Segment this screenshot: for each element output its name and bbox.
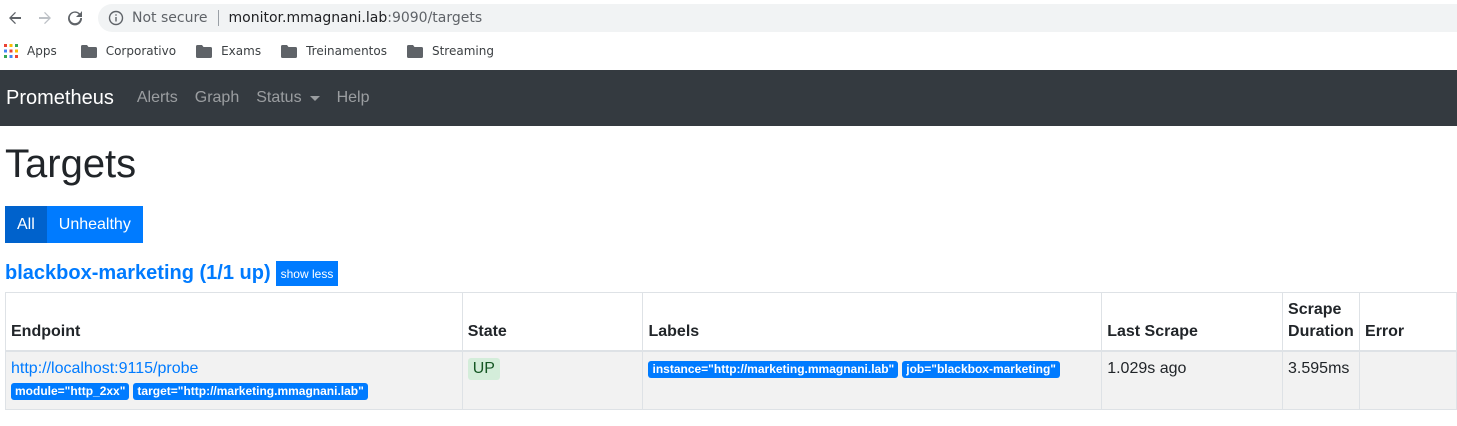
- nav-help[interactable]: Help: [337, 89, 370, 107]
- cell-endpoint: http://localhost:9115/probe module="http…: [5, 350, 463, 410]
- security-status: Not secure: [132, 10, 208, 26]
- reload-icon: [68, 11, 83, 26]
- bookmark-label: Apps: [27, 44, 57, 58]
- folder-icon: [80, 44, 97, 58]
- address-bar[interactable]: Not secure monitor.mmagnani.lab:9090/tar…: [98, 4, 1457, 32]
- cell-last-scrape: 1.029s ago: [1101, 350, 1284, 410]
- reload-button[interactable]: [60, 3, 90, 33]
- main-content: Targets All Unhealthy blackbox-marketing…: [0, 144, 1457, 410]
- label-badge: job="blackbox-marketing": [902, 360, 1060, 378]
- filter-button-group: All Unhealthy: [5, 206, 1457, 243]
- bookmark-label: Treinamentos: [306, 44, 387, 58]
- brand-link[interactable]: Prometheus: [6, 87, 114, 110]
- header-endpoint: Endpoint: [5, 291, 463, 352]
- bookmark-treinamentos[interactable]: Treinamentos: [281, 44, 387, 58]
- cell-state: UP: [461, 350, 644, 410]
- cell-labels: instance="http://marketing.mmagnani.lab"…: [642, 350, 1103, 410]
- bookmark-corporativo[interactable]: Corporativo: [80, 44, 177, 58]
- filter-unhealthy-button[interactable]: Unhealthy: [46, 206, 143, 243]
- url-path: :9090/targets: [387, 10, 483, 26]
- endpoint-link[interactable]: http://localhost:9115/probe: [11, 360, 198, 377]
- targets-table: Endpoint State Labels Last Scrape Scrape…: [5, 291, 1457, 410]
- show-less-button[interactable]: show less: [275, 261, 339, 286]
- folder-icon: [196, 44, 213, 58]
- browser-toolbar: Not secure monitor.mmagnani.lab:9090/tar…: [0, 0, 1457, 36]
- nav-status-label: Status: [256, 89, 302, 106]
- header-error: Error: [1359, 291, 1457, 352]
- omnibox-separator: [217, 10, 219, 26]
- cell-error: [1359, 350, 1457, 410]
- bookmark-label: Corporativo: [105, 44, 177, 58]
- prometheus-navbar: Prometheus Alerts Graph Status Help: [0, 70, 1457, 126]
- table-row: http://localhost:9115/probe module="http…: [5, 350, 1457, 410]
- job-title-link[interactable]: blackbox-marketing (1/1 up): [5, 262, 271, 285]
- header-scrape-duration: Scrape Duration: [1282, 291, 1361, 352]
- header-last-scrape: Last Scrape: [1101, 291, 1284, 352]
- bookmark-label: Exams: [221, 44, 262, 58]
- bookmarks-bar: Apps Corporativo Exams Treinamentos Stre…: [0, 36, 1457, 66]
- header-state: State: [461, 291, 644, 352]
- cell-scrape-duration: 3.595ms: [1282, 350, 1361, 410]
- state-badge: UP: [467, 357, 500, 381]
- nav-alerts[interactable]: Alerts: [137, 89, 178, 107]
- arrow-right-icon: [39, 12, 51, 24]
- table-header-row: Endpoint State Labels Last Scrape Scrape…: [5, 291, 1457, 352]
- endpoint-param-badge: module="http_2xx": [11, 383, 130, 401]
- info-icon[interactable]: [108, 10, 124, 26]
- back-button[interactable]: [0, 3, 30, 33]
- bookmark-apps[interactable]: Apps: [4, 44, 57, 58]
- endpoint-param-badge: target="http://marketing.mmagnani.lab": [133, 383, 368, 401]
- label-badge: instance="http://marketing.mmagnani.lab": [648, 360, 899, 378]
- url-host: monitor.mmagnani.lab: [228, 10, 388, 26]
- page-title: Targets: [5, 142, 137, 186]
- filter-all-button[interactable]: All: [5, 206, 47, 243]
- bookmark-streaming[interactable]: Streaming: [406, 44, 494, 58]
- arrow-left-icon: [9, 12, 21, 24]
- apps-grid-icon: [4, 44, 18, 58]
- bookmark-exams[interactable]: Exams: [196, 44, 261, 58]
- header-labels: Labels: [642, 291, 1103, 352]
- bookmark-label: Streaming: [431, 44, 494, 58]
- nav-status-dropdown[interactable]: Status: [256, 89, 320, 107]
- caret-down-icon: [309, 95, 320, 101]
- forward-button[interactable]: [30, 3, 60, 33]
- nav-graph[interactable]: Graph: [195, 89, 239, 107]
- folder-icon: [406, 44, 423, 58]
- folder-icon: [281, 44, 298, 58]
- job-header: blackbox-marketing (1/1 up) show less: [5, 261, 1457, 286]
